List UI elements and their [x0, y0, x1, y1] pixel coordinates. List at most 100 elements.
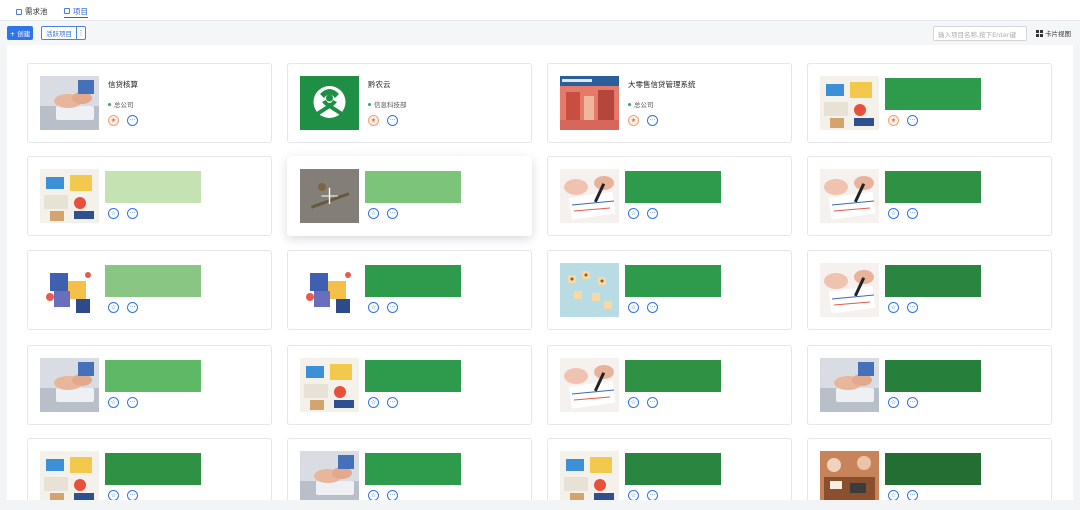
more-icon[interactable]: ··· [387, 208, 398, 219]
project-card[interactable]: ☆ ··· [27, 156, 272, 236]
star-icon[interactable]: ★ [888, 115, 899, 126]
project-card[interactable]: 信贷核算 总公司 ★ ··· [27, 63, 272, 143]
project-name[interactable]: 大零售信贷管理系统 [628, 79, 696, 90]
more-icon[interactable]: ··· [127, 397, 138, 408]
status-dot-icon [108, 102, 111, 106]
more-icon[interactable]: ··· [647, 302, 658, 313]
more-icon[interactable]: ··· [647, 397, 658, 408]
favorite-icon[interactable]: ☆ [368, 208, 379, 219]
project-thumbnail[interactable] [560, 358, 619, 412]
project-thumbnail[interactable] [820, 169, 879, 223]
project-thumbnail[interactable] [560, 263, 619, 317]
project-card[interactable]: ☆ ··· [547, 250, 792, 330]
project-thumbnail[interactable] [300, 76, 359, 130]
project-card[interactable]: ☆ ··· [547, 156, 792, 236]
project-thumbnail[interactable] [40, 263, 99, 317]
redacted-block [625, 453, 721, 485]
view-switch-button[interactable]: 卡片视图 [1036, 28, 1071, 38]
favorite-icon[interactable]: ☆ [888, 302, 899, 313]
more-icon[interactable]: ··· [127, 302, 138, 313]
more-icon[interactable]: ··· [387, 302, 398, 313]
project-card[interactable]: + ☆ ··· [287, 156, 532, 236]
project-thumbnail[interactable] [820, 358, 879, 412]
project-thumbnail[interactable] [40, 451, 99, 505]
card-actions: ★ ··· [628, 115, 658, 126]
favorite-icon[interactable]: ☆ [108, 397, 119, 408]
project-card[interactable]: ★ ··· [807, 63, 1052, 143]
project-thumbnail[interactable] [300, 358, 359, 412]
project-card[interactable]: ☆ ··· [27, 438, 272, 505]
project-org: 信息科技部 [368, 99, 407, 109]
project-thumbnail[interactable] [560, 169, 619, 223]
project-thumbnail[interactable] [40, 76, 99, 130]
project-card[interactable]: ☆ ··· [807, 156, 1052, 236]
card-actions: ☆ ··· [888, 302, 918, 313]
project-card[interactable]: ☆ ··· [547, 345, 792, 425]
favorite-icon[interactable]: ☆ [368, 302, 379, 313]
star-icon[interactable]: ★ [108, 115, 119, 126]
favorite-icon[interactable]: ☆ [628, 208, 639, 219]
project-card[interactable]: ☆ ··· [807, 438, 1052, 505]
project-card[interactable]: ☆ ··· [807, 345, 1052, 425]
project-thumbnail[interactable] [820, 76, 879, 130]
more-icon[interactable]: ··· [907, 302, 918, 313]
project-card[interactable]: 大零售信贷管理系统 总公司 ★ ··· [547, 63, 792, 143]
favorite-icon[interactable]: ☆ [108, 208, 119, 219]
card-actions: ☆ ··· [108, 302, 138, 313]
project-thumbnail[interactable] [560, 451, 619, 505]
add-icon[interactable]: + [319, 183, 341, 209]
create-button[interactable]: + 创建 [7, 26, 33, 40]
more-icon[interactable]: ··· [387, 115, 398, 126]
project-thumbnail[interactable] [300, 263, 359, 317]
more-icon[interactable]: ··· [127, 208, 138, 219]
favorite-icon[interactable]: ☆ [888, 397, 899, 408]
more-icon[interactable]: ··· [387, 397, 398, 408]
org-label: 信息科技部 [374, 101, 407, 109]
project-thumbnail[interactable] [560, 76, 619, 130]
project-card[interactable]: ☆ ··· [27, 345, 272, 425]
more-icon[interactable]: ··· [647, 115, 658, 126]
project-thumbnail[interactable] [40, 169, 99, 223]
favorite-icon[interactable]: ☆ [628, 302, 639, 313]
redacted-block [625, 360, 721, 392]
project-card[interactable]: 黔农云信息科技部 ★ ··· [287, 63, 532, 143]
create-label: + 创建 [9, 30, 31, 38]
more-icon[interactable]: ··· [907, 115, 918, 126]
project-card-grid: 信贷核算 总公司 ★ ··· 黔农云信息科技部 ★ ··· 大零售信贷管理系统 总公… [7, 45, 1073, 505]
more-icon[interactable]: ··· [907, 208, 918, 219]
project-thumbnail[interactable] [820, 451, 879, 505]
project-thumbnail[interactable] [820, 263, 879, 317]
project-card[interactable]: ☆ ··· [27, 250, 272, 330]
tab-projects[interactable]: 项目 [64, 5, 88, 18]
redacted-block [105, 453, 201, 485]
redacted-block [885, 78, 981, 110]
project-card[interactable]: ☆ ··· [287, 250, 532, 330]
project-filter-dropdown[interactable]: 活跃项目 ⋮ [41, 26, 86, 40]
more-icon[interactable]: ··· [127, 115, 138, 126]
card-actions: ☆ ··· [628, 208, 658, 219]
tab-requirement-pool[interactable]: 需求池 [16, 5, 48, 18]
project-thumbnail[interactable] [40, 358, 99, 412]
star-icon[interactable]: ★ [368, 115, 379, 126]
project-name[interactable]: 信贷核算 [108, 79, 138, 90]
favorite-icon[interactable]: ☆ [888, 208, 899, 219]
card-actions: ☆ ··· [368, 302, 398, 313]
favorite-icon[interactable]: ☆ [108, 302, 119, 313]
more-icon[interactable]: ··· [647, 208, 658, 219]
project-card[interactable]: ☆ ··· [287, 345, 532, 425]
favorite-icon[interactable]: ☆ [368, 397, 379, 408]
project-card[interactable]: ☆ ··· [547, 438, 792, 505]
favorite-icon[interactable]: ☆ [628, 397, 639, 408]
project-card[interactable]: ☆ ··· [287, 438, 532, 505]
project-thumbnail[interactable] [300, 451, 359, 505]
card-actions: ☆ ··· [888, 208, 918, 219]
project-card[interactable]: ☆ ··· [807, 250, 1052, 330]
toolbar: + 创建 活跃项目 ⋮ 输入项目名称,按下Enter键 卡片视图 [0, 21, 1080, 45]
project-thumbnail[interactable]: + [300, 169, 359, 223]
project-name[interactable]: 黔农云 [368, 79, 391, 90]
more-icon[interactable]: ··· [907, 397, 918, 408]
more-options-icon[interactable]: ⋮ [77, 29, 85, 37]
star-icon[interactable]: ★ [628, 115, 639, 126]
search-input[interactable]: 输入项目名称,按下Enter键 [933, 26, 1027, 41]
redacted-block [885, 265, 981, 297]
